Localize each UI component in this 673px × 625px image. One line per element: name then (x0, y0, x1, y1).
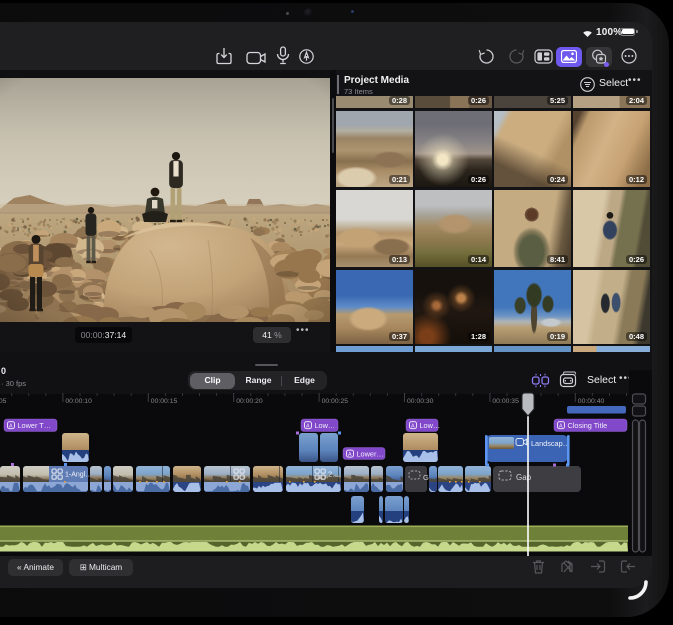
svg-text:00:00:30: 00:00:30 (407, 398, 434, 405)
svg-text:A: A (348, 452, 352, 458)
svg-text:Landscap…: Landscap… (531, 439, 570, 448)
svg-text:A: A (306, 423, 310, 429)
svg-text:Closing Title: Closing Title (568, 421, 608, 430)
svg-text:00:00:20: 00:00:20 (236, 398, 263, 405)
svg-text:Lower…: Lower… (357, 450, 384, 459)
svg-text:Gap: Gap (516, 473, 532, 482)
svg-text:A: A (9, 423, 13, 429)
svg-text:Lower T…: Lower T… (18, 421, 52, 430)
svg-text:00:00:40: 00:00:40 (578, 398, 605, 405)
svg-text:00:00:10: 00:00:10 (65, 398, 92, 405)
svg-text:A: A (559, 423, 563, 429)
svg-text:G: G (423, 473, 429, 482)
svg-text:00:00:15: 00:00:15 (151, 398, 178, 405)
svg-text:Low…: Low… (315, 421, 336, 430)
svg-text:00:00:35: 00:00:35 (492, 398, 519, 405)
svg-text:Low…: Low… (420, 421, 441, 430)
svg-text:00:00:25: 00:00:25 (322, 398, 349, 405)
svg-text:2…: 2… (328, 470, 340, 479)
svg-text:00:00:05: 00:00:05 (0, 398, 7, 405)
svg-text:1-Angl…: 1-Angl… (65, 472, 92, 479)
svg-text:A: A (411, 423, 415, 429)
